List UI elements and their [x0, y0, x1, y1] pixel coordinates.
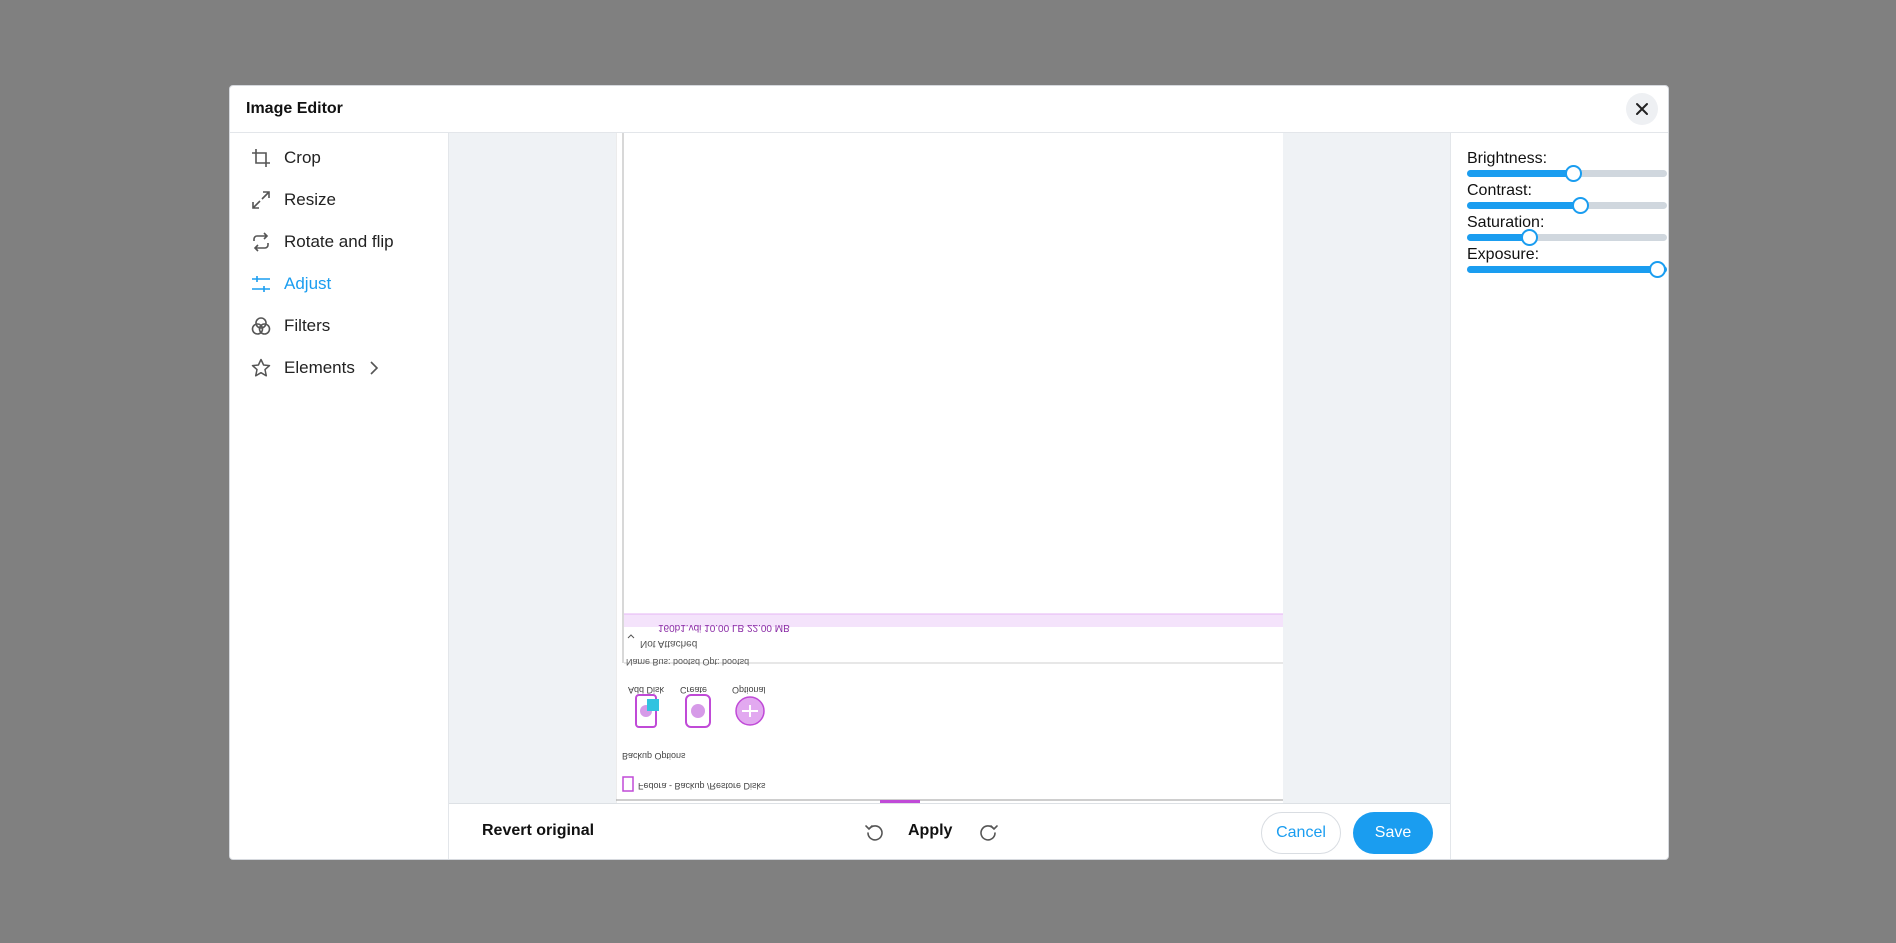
sidebar-item-elements[interactable]: Elements: [250, 353, 379, 383]
filters-icon: [250, 315, 272, 337]
exposure-control: Exposure:: [1467, 246, 1667, 278]
slider-fill: [1467, 234, 1529, 241]
revert-original-button[interactable]: Revert original: [482, 822, 594, 840]
crop-icon: [250, 147, 272, 169]
resize-icon: [250, 189, 272, 211]
brightness-label: Brightness:: [1467, 150, 1548, 167]
exposure-label: Exposure:: [1467, 246, 1540, 263]
contrast-control: Contrast:: [1467, 182, 1667, 214]
sidebar-item-label: Crop: [284, 148, 321, 167]
preview-section-text: Backup Options: [622, 751, 686, 761]
slider-fill: [1467, 170, 1573, 177]
brightness-control: Brightness:: [1467, 150, 1667, 182]
saturation-control: Saturation:: [1467, 214, 1667, 246]
apply-button[interactable]: Apply: [908, 822, 952, 840]
preview-icon-label-1: Add Disk: [628, 685, 665, 695]
undo-icon: [865, 825, 883, 841]
sidebar-item-label: Rotate and flip: [284, 232, 394, 251]
adjust-sliders-icon: [250, 273, 272, 295]
sidebar-item-rotate-flip[interactable]: Rotate and flip: [250, 227, 394, 257]
preview-text-columns: Name Bus: bootsd Opt: bootsd: [626, 657, 749, 667]
undo-button[interactable]: [861, 820, 887, 846]
contrast-slider[interactable]: [1467, 197, 1667, 214]
slider-thumb[interactable]: [1565, 165, 1582, 182]
slider-thumb[interactable]: [1521, 229, 1538, 246]
image-editor-dialog: Image Editor Crop Resize Rotate and flip: [229, 85, 1669, 860]
saturation-slider[interactable]: [1467, 229, 1667, 246]
slider-fill: [1467, 266, 1667, 273]
slider-thumb[interactable]: [1572, 197, 1589, 214]
sidebar-item-label: Filters: [284, 316, 331, 335]
cancel-button[interactable]: Cancel: [1261, 812, 1341, 854]
adjust-panel: Brightness: Contrast: Saturation: Exposu…: [1450, 133, 1668, 859]
preview-icon-label-3: Optional: [732, 685, 766, 695]
preview-footer-text: Fedora - Backup /Restore Disks: [638, 781, 766, 791]
save-button[interactable]: Save: [1353, 812, 1433, 854]
contrast-label: Contrast:: [1467, 182, 1532, 199]
star-icon: [250, 357, 272, 379]
slider-thumb[interactable]: [1649, 261, 1666, 278]
sidebar-item-label: Resize: [284, 190, 336, 209]
preview-icon-label-2: Create: [680, 685, 707, 695]
preview-text-row-1: 160b1.vdi 10.00 LB 22.00 MB: [658, 622, 790, 633]
slider-fill: [1467, 202, 1580, 209]
close-icon: [1636, 103, 1648, 115]
sidebar-item-resize[interactable]: Resize: [250, 185, 336, 215]
image-canvas[interactable]: 160b1.vdi 10.00 LB 22.00 MB Not Attached…: [449, 133, 1450, 803]
dialog-header: Image Editor: [230, 86, 1668, 133]
image-preview: 160b1.vdi 10.00 LB 22.00 MB Not Attached…: [616, 133, 1283, 803]
editor-footer: Revert original Apply Cancel Save: [449, 803, 1450, 859]
sidebar-item-crop[interactable]: Crop: [250, 143, 321, 173]
exposure-slider[interactable]: [1467, 261, 1667, 278]
sidebar-item-label: Adjust: [284, 274, 332, 293]
dialog-title: Image Editor: [246, 100, 343, 117]
tools-sidebar: Crop Resize Rotate and flip Adjust Filte…: [230, 133, 449, 859]
sidebar-item-label: Elements: [284, 358, 355, 377]
brightness-slider[interactable]: [1467, 165, 1667, 182]
close-button[interactable]: [1626, 93, 1658, 125]
chevron-right-icon: [369, 361, 379, 375]
redo-button[interactable]: [976, 820, 1002, 846]
rotate-flip-icon: [250, 231, 272, 253]
sidebar-item-filters[interactable]: Filters: [250, 311, 330, 341]
preview-content: 160b1.vdi 10.00 LB 22.00 MB Not Attached…: [616, 133, 1283, 803]
preview-disk-icons: [635, 694, 765, 728]
preview-text-row-2: Not Attached: [640, 638, 697, 649]
sidebar-item-adjust[interactable]: Adjust: [250, 269, 331, 299]
saturation-label: Saturation:: [1467, 214, 1545, 231]
redo-icon: [980, 825, 998, 841]
